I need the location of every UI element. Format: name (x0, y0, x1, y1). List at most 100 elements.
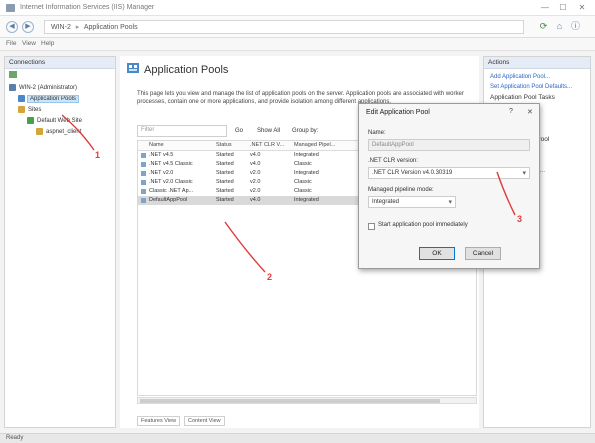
breadcrumb[interactable]: WIN-2 ▸ Application Pools (44, 20, 524, 34)
refresh-icon[interactable]: ⟳ (538, 21, 549, 32)
cell-status: Started (216, 170, 234, 176)
status-bar: Ready (0, 433, 595, 443)
cell-status: Started (216, 152, 234, 158)
annotation-label-1: 1 (95, 150, 101, 160)
annotation-label-2: 2 (267, 272, 273, 282)
cell-clr: v4.0 (250, 161, 261, 167)
start-immediately-label: Start application pool immediately (378, 222, 468, 228)
annotation-label-3: 3 (517, 214, 523, 224)
cell-clr: v2.0 (250, 188, 261, 194)
name-field[interactable]: DefaultAppPool (368, 139, 530, 151)
menu-bar: File View Help (0, 38, 595, 51)
edit-application-pool-dialog: Edit Application Pool ? ✕ Name: DefaultA… (358, 103, 540, 269)
cell-pipeline: Integrated (294, 152, 319, 158)
column-pipeline[interactable]: Managed Pipel... (294, 142, 335, 148)
status-text: Ready (6, 435, 24, 441)
application-pools-icon (18, 94, 25, 102)
group-by-dropdown[interactable]: Group by: (292, 126, 318, 136)
view-tabs: Features View Content View (137, 416, 227, 426)
application-pool-icon (141, 162, 146, 167)
connections-pane: Connections WIN-2 (Administrator) Applic… (4, 56, 116, 428)
tree-item-sites[interactable]: Sites (9, 105, 111, 116)
column-status[interactable]: Status (216, 142, 232, 148)
page-title: Application Pools (144, 64, 229, 76)
cell-pipeline: Classic (294, 188, 312, 194)
folder-icon (18, 105, 25, 113)
application-pools-icon (127, 63, 139, 73)
connections-tree: WIN-2 (Administrator) Application Pools … (9, 83, 111, 138)
cell-status: Started (216, 188, 234, 194)
horizontal-scrollbar[interactable] (137, 397, 477, 404)
pipeline-mode-select[interactable]: Integrated (368, 196, 456, 208)
action-link[interactable]: Set Application Pool Defaults... (490, 84, 572, 90)
cell-clr: v2.0 (250, 170, 261, 176)
cell-clr: v4.0 (250, 152, 261, 158)
minimize-button[interactable]: — (538, 2, 552, 14)
application-pool-icon (141, 198, 146, 203)
iis-app-icon (6, 4, 15, 12)
tree-item-aspnet-client[interactable]: aspnet_client (9, 127, 111, 138)
tab-content-view[interactable]: Content View (184, 416, 225, 426)
menu-view[interactable]: View (22, 40, 36, 47)
breadcrumb-application-pools[interactable]: Application Pools (84, 24, 138, 31)
application-pool-icon (141, 171, 146, 176)
pipeline-mode-label: Managed pipeline mode: (368, 187, 434, 193)
dialog-title: Edit Application Pool (366, 109, 430, 116)
cell-name: .NET v2.0 (149, 170, 174, 176)
back-arrow-icon[interactable]: ◀ (6, 21, 18, 33)
filter-input[interactable]: Filter (137, 125, 227, 137)
application-pool-icon (141, 180, 146, 185)
help-icon[interactable]: ⓘ (570, 21, 581, 32)
address-bar: ◀ ▶ WIN-2 ▸ Application Pools ⟳ ⌂ ⓘ (0, 16, 595, 38)
menu-help[interactable]: Help (41, 40, 54, 47)
folder-icon (36, 127, 43, 135)
cell-pipeline: Integrated (294, 197, 319, 203)
breadcrumb-server[interactable]: WIN-2 (51, 24, 71, 31)
cell-name: .NET v4.5 Classic (149, 161, 193, 167)
application-pool-icon (141, 189, 146, 194)
scrollbar-thumb[interactable] (140, 399, 440, 403)
cell-clr: v2.0 (250, 179, 261, 185)
tree-item-server[interactable]: WIN-2 (Administrator) (9, 83, 111, 94)
forward-arrow-icon[interactable]: ▶ (22, 21, 34, 33)
actions-section-heading: Application Pool Tasks (490, 94, 555, 101)
action-link[interactable]: Add Application Pool... (490, 74, 550, 80)
start-immediately-checkbox[interactable] (368, 223, 375, 230)
clr-version-select[interactable]: .NET CLR Version v4.0.30319 (368, 167, 530, 179)
cell-name: DefaultAppPool (149, 197, 188, 203)
tab-features-view[interactable]: Features View (137, 416, 181, 426)
cell-clr: v4.0 (250, 197, 261, 203)
window-titlebar: Internet Information Services (IIS) Mana… (0, 0, 595, 16)
dialog-close-button[interactable]: ✕ (527, 108, 533, 116)
cell-status: Started (216, 179, 234, 185)
show-all-button[interactable]: Show All (257, 126, 280, 136)
column-name[interactable]: Name (149, 142, 164, 148)
cancel-button[interactable]: Cancel (465, 247, 501, 260)
connect-icon[interactable] (9, 71, 17, 78)
cell-pipeline: Classic (294, 161, 312, 167)
cell-status: Started (216, 161, 234, 167)
connections-header: Connections (5, 57, 115, 69)
close-window-button[interactable]: ✕ (575, 2, 589, 14)
cell-status: Started (216, 197, 234, 203)
tree-item-application-pools[interactable]: Application Pools (9, 94, 111, 105)
menu-file[interactable]: File (6, 40, 16, 47)
cell-name: Classic .NET Ap... (149, 188, 194, 194)
breadcrumb-separator-icon: ▸ (75, 24, 80, 31)
dialog-help-button[interactable]: ? (509, 108, 513, 115)
cell-pipeline: Classic (294, 179, 312, 185)
go-button[interactable]: Go (235, 126, 243, 136)
clr-version-label: .NET CLR version: (368, 158, 418, 164)
column-clr[interactable]: .NET CLR V... (250, 142, 284, 148)
name-label: Name: (368, 130, 386, 136)
ok-button[interactable]: OK (419, 247, 455, 260)
application-pool-icon (141, 153, 146, 158)
home-icon[interactable]: ⌂ (554, 21, 565, 32)
cell-pipeline: Integrated (294, 170, 319, 176)
maximize-button[interactable]: ☐ (556, 2, 570, 14)
cell-name: .NET v4.5 (149, 152, 174, 158)
tree-item-default-web-site[interactable]: Default Web Site (9, 116, 111, 127)
server-icon (9, 83, 16, 91)
cell-name: .NET v2.0 Classic (149, 179, 193, 185)
globe-icon (27, 116, 34, 124)
